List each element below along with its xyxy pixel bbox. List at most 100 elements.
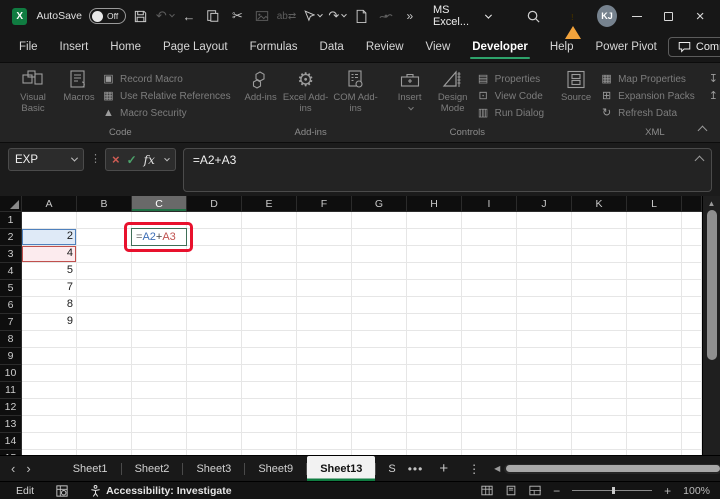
cell-A14[interactable] [22,433,77,450]
cell-H2[interactable] [407,229,462,246]
cell-C10[interactable] [132,365,187,382]
cell-I2[interactable] [462,229,517,246]
cell-E12[interactable] [242,399,297,416]
cell-E3[interactable] [242,246,297,263]
cell-H11[interactable] [407,382,462,399]
cell-L10[interactable] [627,365,682,382]
cell-L12[interactable] [627,399,682,416]
cell-E1[interactable] [242,212,297,229]
cell-H8[interactable] [407,331,462,348]
cell-D8[interactable] [187,331,242,348]
cell-partial-8[interactable] [682,331,702,348]
cell-G11[interactable] [352,382,407,399]
cell-I14[interactable] [462,433,517,450]
normal-view-icon[interactable] [481,485,493,496]
cell-H14[interactable] [407,433,462,450]
cell-K8[interactable] [572,331,627,348]
cell-B4[interactable] [77,263,132,280]
cell-L5[interactable] [627,280,682,297]
cell-H3[interactable] [407,246,462,263]
cell-K13[interactable] [572,416,627,433]
cell-B15[interactable] [77,450,132,455]
cell-G1[interactable] [352,212,407,229]
cell-B11[interactable] [77,382,132,399]
cell-K6[interactable] [572,297,627,314]
cell-H10[interactable] [407,365,462,382]
cell-I9[interactable] [462,348,517,365]
design-mode-button[interactable]: Design Mode [433,68,473,115]
cell-partial-6[interactable] [682,297,702,314]
cell-D13[interactable] [187,416,242,433]
cell-I6[interactable] [462,297,517,314]
cell-B1[interactable] [77,212,132,229]
menu-tab-insert[interactable]: Insert [49,35,100,59]
cell-D10[interactable] [187,365,242,382]
cell-E2[interactable] [242,229,297,246]
cell-D5[interactable] [187,280,242,297]
cell-F5[interactable] [297,280,352,297]
cell-D11[interactable] [187,382,242,399]
cell-E9[interactable] [242,348,297,365]
replace-icon[interactable]: ab⇄ [277,5,297,27]
cell-J9[interactable] [517,348,572,365]
vertical-scrollbar[interactable]: ▲ [702,196,720,455]
cell-L8[interactable] [627,331,682,348]
cell-partial-11[interactable] [682,382,702,399]
cell-B13[interactable] [77,416,132,433]
minimize-button[interactable] [625,3,649,29]
cell-C3[interactable] [132,246,187,263]
cell-J13[interactable] [517,416,572,433]
cell-K14[interactable] [572,433,627,450]
cell-J14[interactable] [517,433,572,450]
cell-F11[interactable] [297,382,352,399]
row-header-1[interactable]: 1 [0,212,22,229]
cell-A7[interactable]: 9 [22,314,77,331]
cell-K9[interactable] [572,348,627,365]
cell-G14[interactable] [352,433,407,450]
cell-J7[interactable] [517,314,572,331]
cell-F13[interactable] [297,416,352,433]
cell-C2[interactable]: = A2 + A3 [124,222,193,252]
scroll-up-icon[interactable]: ▲ [708,196,716,210]
cell-partial-14[interactable] [682,433,702,450]
search-icon[interactable] [525,5,543,27]
cell-D7[interactable] [187,314,242,331]
name-box[interactable]: EXP [8,148,84,171]
menu-tab-data[interactable]: Data [309,35,355,59]
sheet-tab-sheet2[interactable]: Sheet2 [122,456,183,481]
cell-B7[interactable] [77,314,132,331]
cell-D4[interactable] [187,263,242,280]
cell-A12[interactable] [22,399,77,416]
cell-J5[interactable] [517,280,572,297]
cell-H13[interactable] [407,416,462,433]
menu-tab-home[interactable]: Home [99,35,152,59]
scroll-left-icon[interactable]: ◀ [494,464,500,473]
cell-C12[interactable] [132,399,187,416]
expansion-packs-button[interactable]: ⊞ Expansion Packs [600,91,695,103]
menu-tab-file[interactable]: File [8,35,49,59]
cell-K2[interactable] [572,229,627,246]
touch-mode-icon[interactable] [302,5,324,27]
cell-C4[interactable] [132,263,187,280]
cell-C15[interactable] [132,450,187,455]
cell-F3[interactable] [297,246,352,263]
cell-J15[interactable] [517,450,572,455]
collapse-formula-bar-icon[interactable] [694,155,705,166]
fx-chevron-icon[interactable] [164,155,170,161]
formula-bar-handle-icon[interactable]: ⋮ [90,152,101,165]
cell-A4[interactable]: 5 [22,263,77,280]
cell-C9[interactable] [132,348,187,365]
cell-H15[interactable] [407,450,462,455]
cell-A3[interactable]: 4 [22,246,77,263]
row-header-15[interactable]: 15 [0,450,22,455]
cell-F4[interactable] [297,263,352,280]
menu-tab-review[interactable]: Review [355,35,415,59]
cell-J6[interactable] [517,297,572,314]
row-header-13[interactable]: 13 [0,416,22,433]
excel-logo-icon[interactable]: X [12,7,28,25]
cell-J1[interactable] [517,212,572,229]
cell-L14[interactable] [627,433,682,450]
visual-basic-button[interactable]: Visual Basic [10,68,56,115]
zoom-slider[interactable] [572,487,653,494]
cell-E7[interactable] [242,314,297,331]
